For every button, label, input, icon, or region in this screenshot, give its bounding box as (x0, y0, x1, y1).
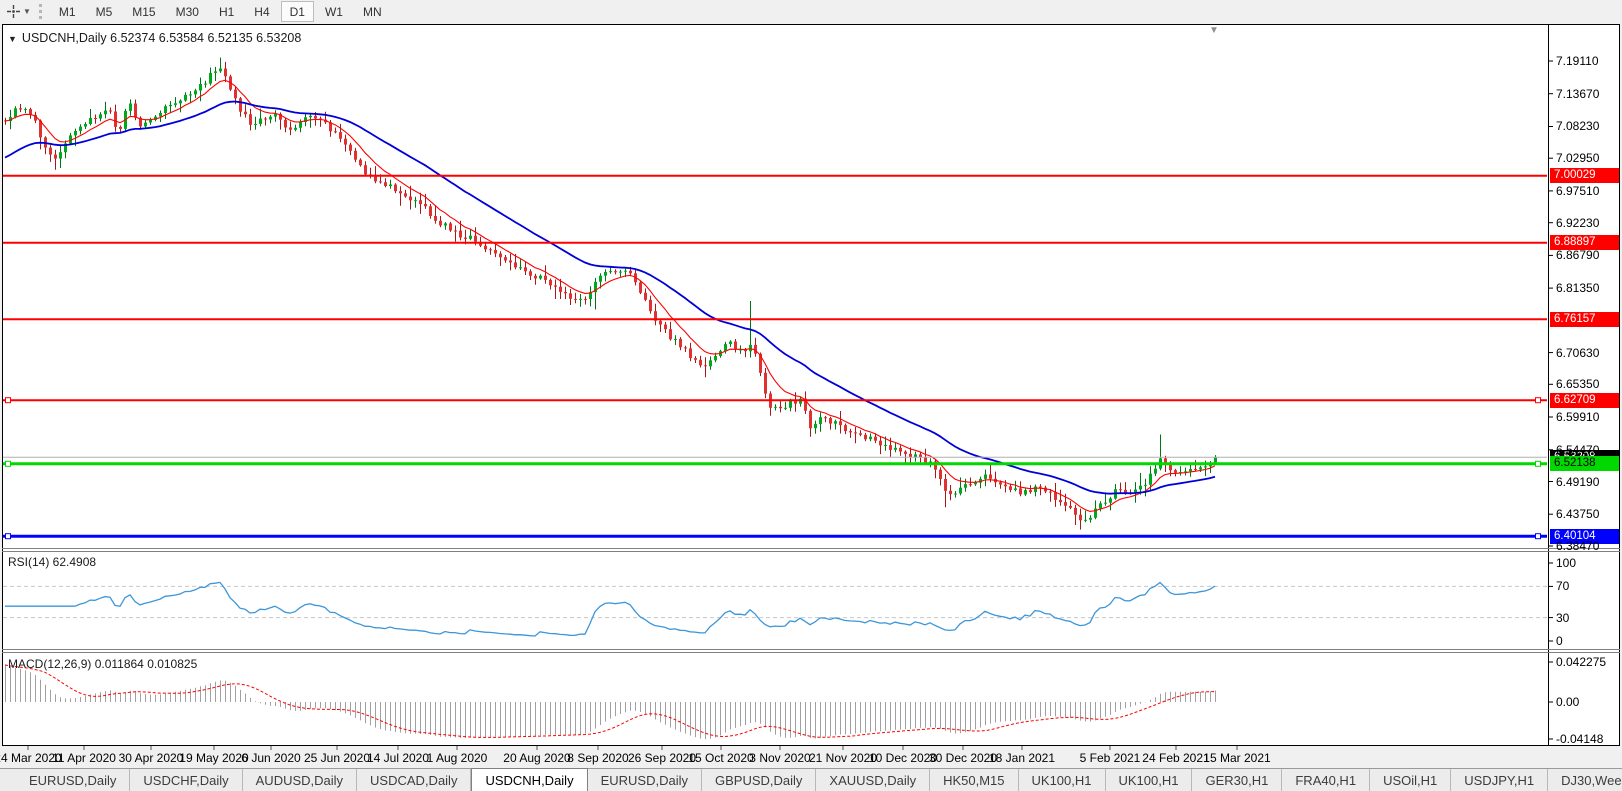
tab-uk100-h1[interactable]: UK100,H1 (1106, 769, 1193, 791)
line-handle-marker (1536, 461, 1541, 466)
tab-hk50-m15[interactable]: HK50,M15 (930, 769, 1018, 791)
tab-usdchf-daily[interactable]: USDCHF,Daily (130, 769, 242, 791)
tab-xauusd-daily[interactable]: XAUUSD,Daily (816, 769, 930, 791)
tab-usdjpy-h1[interactable]: USDJPY,H1 (1451, 769, 1548, 791)
line-handle-marker (6, 398, 11, 403)
tab-usoil-h1[interactable]: USOil,H1 (1370, 769, 1451, 791)
tab-eurusd-daily[interactable]: EURUSD,Daily (16, 769, 130, 791)
tab-ger30-h1[interactable]: GER30,H1 (1192, 769, 1282, 791)
line-handle-marker (6, 534, 11, 539)
trading-terminal-window: ▼ M1 M5 M15 M30 H1 H4 D1 W1 MN ▼USDCNH,D… (0, 0, 1622, 791)
tab-dj30-weekly[interactable]: DJ30,Weekly (1548, 769, 1622, 791)
tab-fra40-h1[interactable]: FRA40,H1 (1282, 769, 1370, 791)
line-handle-marker (1536, 534, 1541, 539)
tab-usdcnh-daily[interactable]: USDCNH,Daily (471, 768, 587, 791)
tab-usdcad-daily[interactable]: USDCAD,Daily (357, 769, 471, 791)
chart-tab-bar: EURUSD,DailyUSDCHF,DailyAUDUSD,DailyUSDC… (0, 768, 1622, 791)
tab-audusd-daily[interactable]: AUDUSD,Daily (243, 769, 357, 791)
chart-canvas[interactable] (0, 0, 1622, 791)
tab-eurusd-daily[interactable]: EURUSD,Daily (588, 769, 702, 791)
tab-uk100-h1[interactable]: UK100,H1 (1019, 769, 1106, 791)
line-handle-marker (1536, 398, 1541, 403)
tab-gbpusd-daily[interactable]: GBPUSD,Daily (702, 769, 816, 791)
line-handle-marker (6, 461, 11, 466)
